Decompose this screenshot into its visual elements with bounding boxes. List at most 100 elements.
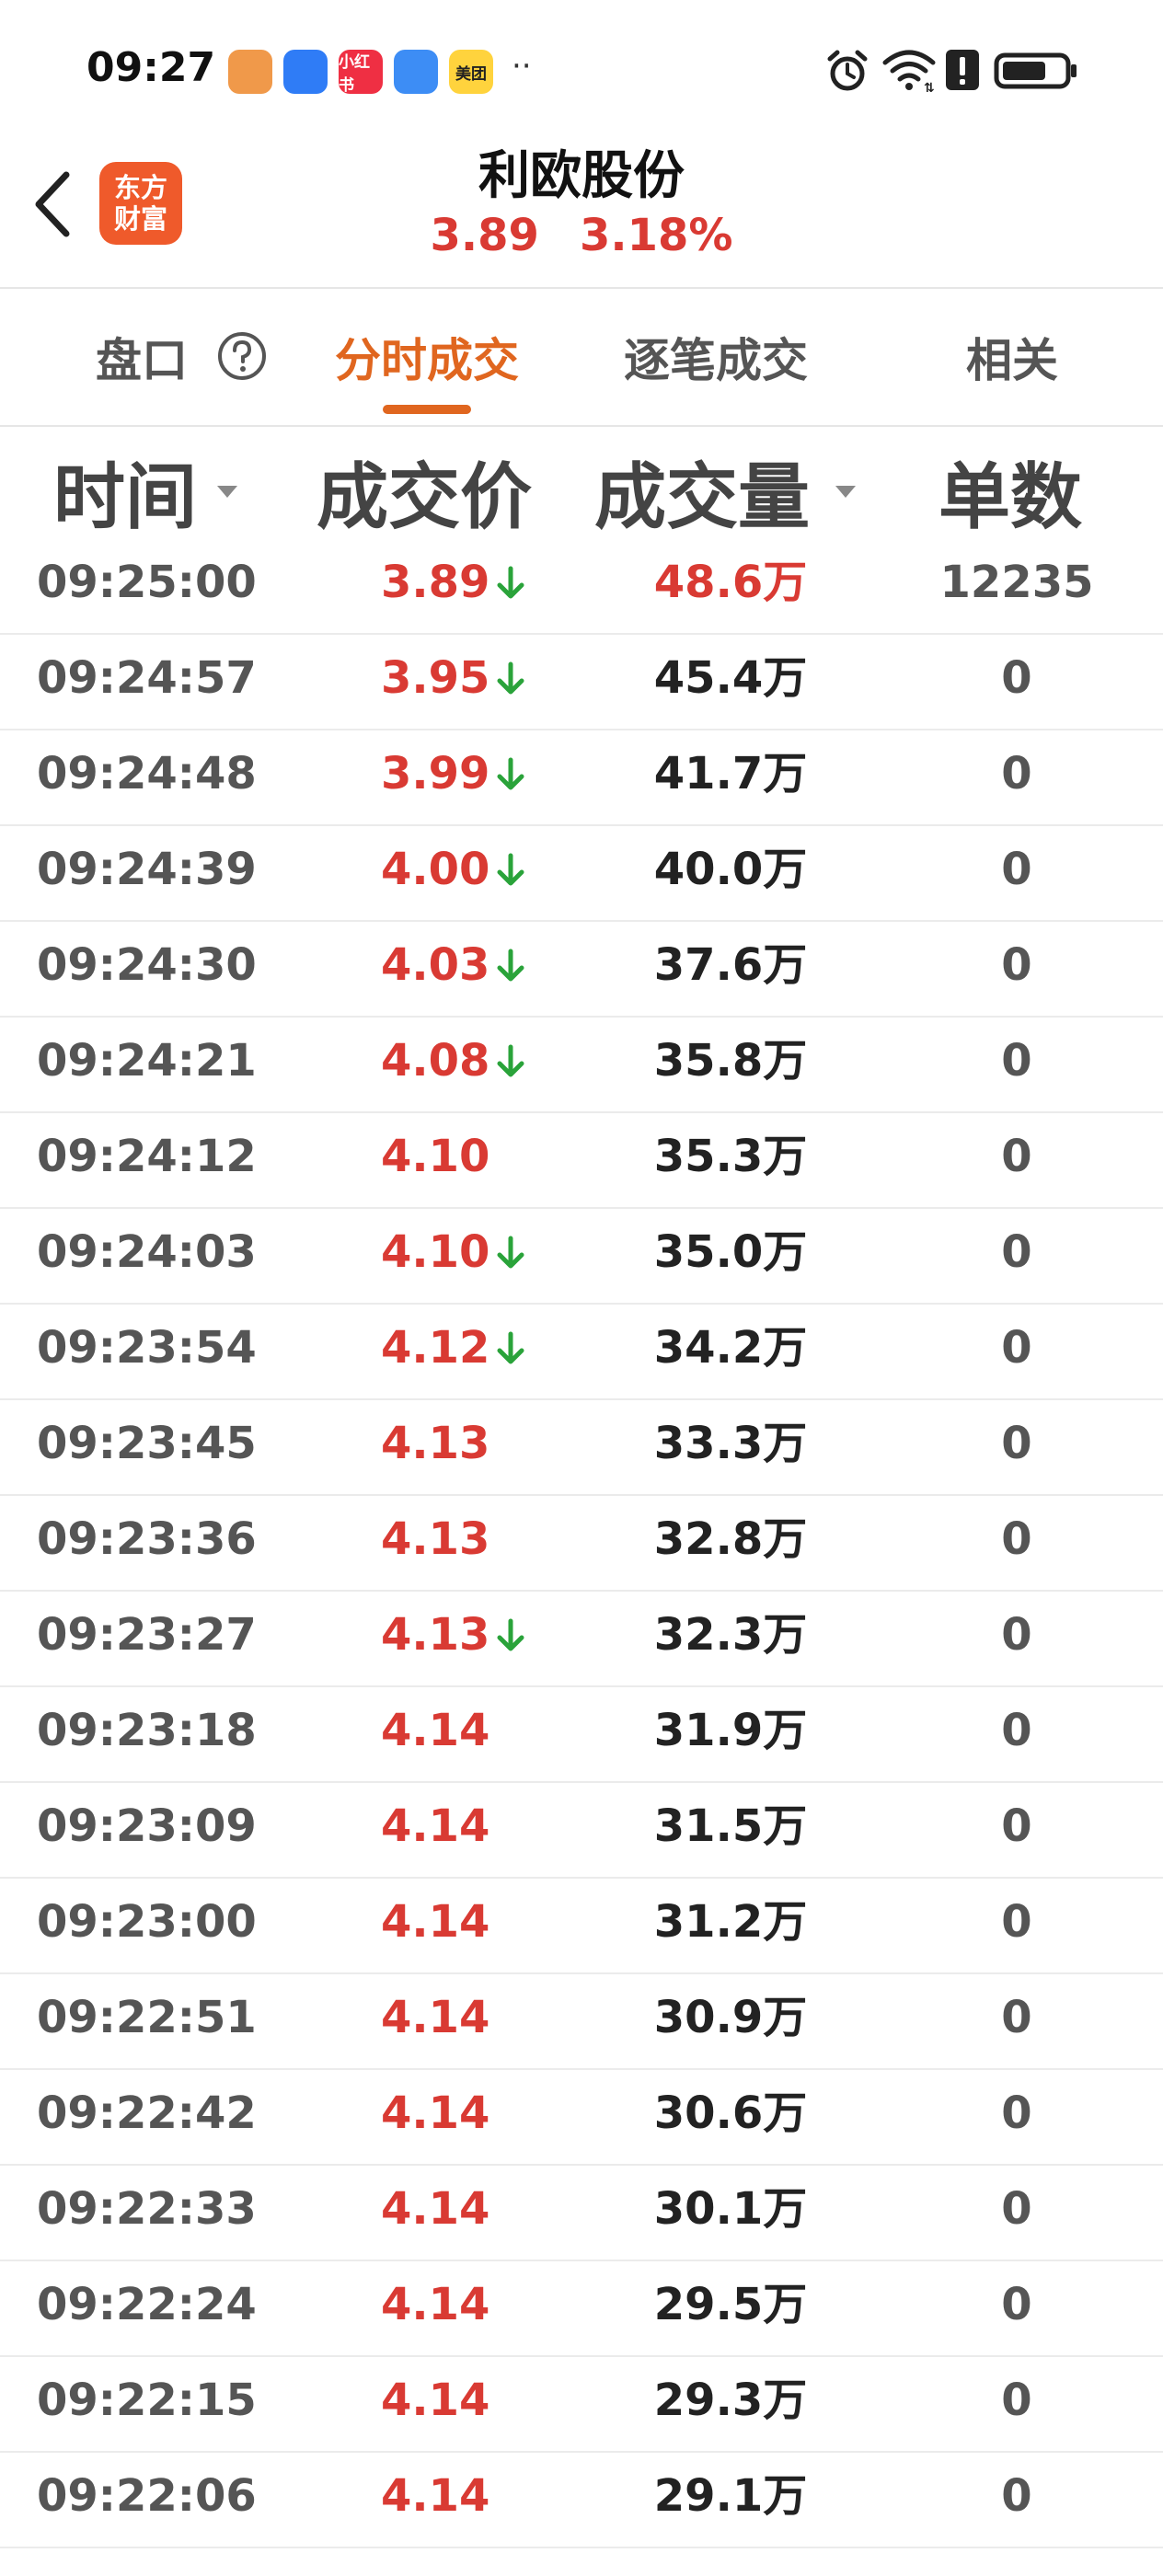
- trade-order-count: 0: [1001, 2470, 1032, 2522]
- trade-price: 4.14: [381, 1992, 490, 2043]
- svg-text:⇅: ⇅: [924, 81, 935, 94]
- table-row: 09:24:03 4.10 35.0万 0: [0, 1207, 1163, 1305]
- trade-order-count: 0: [1001, 1992, 1032, 2043]
- trade-time: 09:22:51: [37, 1992, 257, 2043]
- trade-time: 09:25:00: [37, 557, 257, 608]
- trade-price: 4.13: [381, 1609, 490, 1661]
- trade-price: 4.08: [381, 1035, 490, 1087]
- trade-price: 3.95: [381, 652, 490, 704]
- trade-order-count: 0: [1001, 652, 1032, 704]
- trade-order-count: 0: [1001, 1131, 1032, 1182]
- table-row: 09:25:00 3.89 48.6万 12235: [0, 537, 1163, 635]
- trade-time: 09:22:33: [37, 2183, 257, 2235]
- trade-volume: 29.1万: [653, 2470, 808, 2522]
- more-notifications-indicator: ··: [512, 48, 532, 85]
- trade-volume: 48.6万: [653, 557, 808, 608]
- table-row: 09:24:21 4.08 35.8万 0: [0, 1016, 1163, 1113]
- trade-time: 09:24:30: [37, 939, 257, 991]
- trade-order-count: 0: [1001, 2087, 1032, 2139]
- trade-time: 09:23:18: [37, 1705, 257, 1756]
- trade-volume: 30.9万: [653, 1992, 808, 2043]
- down-arrow-icon: [497, 757, 524, 790]
- trade-order-count: 0: [1001, 1800, 1032, 1852]
- trade-time: 09:23:45: [37, 1418, 257, 1469]
- trade-time: 09:24:12: [37, 1131, 257, 1182]
- table-row: 09:23:18 4.14 31.9万 0: [0, 1685, 1163, 1783]
- help-icon[interactable]: [217, 331, 267, 381]
- trade-order-count: 0: [1001, 1035, 1032, 1087]
- clover-app-icon: [394, 50, 438, 94]
- trade-time: 09:24:03: [37, 1226, 257, 1278]
- column-header-time[interactable]: 时间: [53, 440, 197, 543]
- trade-volume: 33.3万: [653, 1418, 808, 1469]
- meituan-app-icon: 美团: [449, 50, 493, 94]
- trade-time: 09:24:39: [37, 844, 257, 895]
- wifi-icon: ⇅: [882, 50, 936, 94]
- trade-price: 4.14: [381, 2470, 490, 2522]
- table-row: 09:22:51 4.14 30.9万 0: [0, 1972, 1163, 2070]
- trade-volume: 29.3万: [653, 2375, 808, 2426]
- trade-price: 4.10: [381, 1131, 490, 1182]
- trade-volume: 40.0万: [653, 844, 808, 895]
- trade-volume: 35.8万: [653, 1035, 808, 1087]
- stock-change-percent: 3.18%: [579, 210, 733, 261]
- trade-order-count: 0: [1001, 1226, 1032, 1278]
- trade-volume: 31.5万: [653, 1800, 808, 1852]
- tab-time-sharing-trades[interactable]: 分时成交: [335, 324, 519, 390]
- heart-app-icon: [228, 50, 272, 94]
- table-row: 09:23:36 4.13 32.8万 0: [0, 1494, 1163, 1592]
- column-header-volume[interactable]: 成交量: [594, 440, 810, 543]
- stock-price: 3.89: [430, 210, 539, 261]
- trade-price: 3.89: [381, 557, 490, 608]
- down-arrow-icon: [497, 1331, 524, 1364]
- trade-time: 09:23:36: [37, 1513, 257, 1565]
- trade-order-count: 0: [1001, 2183, 1032, 2235]
- trade-time: 09:22:24: [37, 2279, 257, 2330]
- tab-tick-trades[interactable]: 逐笔成交: [624, 324, 808, 390]
- column-header-count: 单数: [938, 456, 1083, 539]
- trade-price: 4.14: [381, 1896, 490, 1948]
- trade-price: 4.14: [381, 2183, 490, 2235]
- sort-caret-time-icon[interactable]: [217, 486, 237, 498]
- trade-volume: 35.3万: [653, 1131, 808, 1182]
- trade-volume: 30.6万: [653, 2087, 808, 2139]
- sort-caret-volume-icon[interactable]: [835, 486, 856, 498]
- trade-price: 4.13: [381, 1513, 490, 1565]
- trade-order-count: 0: [1001, 1418, 1032, 1469]
- battery-icon: [994, 52, 1077, 89]
- signal-alert-icon: [946, 50, 979, 90]
- trade-time: 09:22:06: [37, 2470, 257, 2522]
- column-header-price: 成交价: [317, 456, 533, 539]
- status-time: 09:27: [86, 44, 216, 91]
- trade-volume: 35.0万: [653, 1226, 808, 1278]
- down-arrow-icon: [497, 1618, 524, 1651]
- trade-order-count: 0: [1001, 1513, 1032, 1565]
- trade-order-count: 0: [1001, 939, 1032, 991]
- table-row: 09:22:24 4.14 29.5万 0: [0, 2260, 1163, 2357]
- trade-order-count: 0: [1001, 1896, 1032, 1948]
- trade-order-count: 0: [1001, 1322, 1032, 1374]
- trade-price: 4.03: [381, 939, 490, 991]
- trade-price: 4.14: [381, 1705, 490, 1756]
- table-row: 09:22:33 4.14 30.1万 0: [0, 2164, 1163, 2261]
- table-row: 09:24:57 3.95 45.4万 0: [0, 633, 1163, 730]
- trade-volume: 34.2万: [653, 1322, 808, 1374]
- row-divider: [0, 2547, 1163, 2548]
- trade-price: 4.14: [381, 2375, 490, 2426]
- trade-price: 3.99: [381, 748, 490, 799]
- trade-order-count: 0: [1001, 2375, 1032, 2426]
- trade-price: 4.00: [381, 844, 490, 895]
- tab-related[interactable]: 相关: [966, 324, 1058, 390]
- trade-order-count: 0: [1001, 1705, 1032, 1756]
- trade-time: 09:23:27: [37, 1609, 257, 1661]
- table-row: 09:22:42 4.14 30.6万 0: [0, 2068, 1163, 2166]
- tab-divider: [0, 425, 1163, 427]
- down-arrow-icon: [497, 1236, 524, 1269]
- trade-order-count: 0: [1001, 844, 1032, 895]
- table-row: 09:23:09 4.14 31.5万 0: [0, 1781, 1163, 1879]
- trade-price: 4.12: [381, 1322, 490, 1374]
- trade-price: 4.10: [381, 1226, 490, 1278]
- trade-volume: 30.1万: [653, 2183, 808, 2235]
- table-row: 09:24:30 4.03 37.6万 0: [0, 920, 1163, 1018]
- tab-pankou[interactable]: 盘口: [96, 324, 188, 390]
